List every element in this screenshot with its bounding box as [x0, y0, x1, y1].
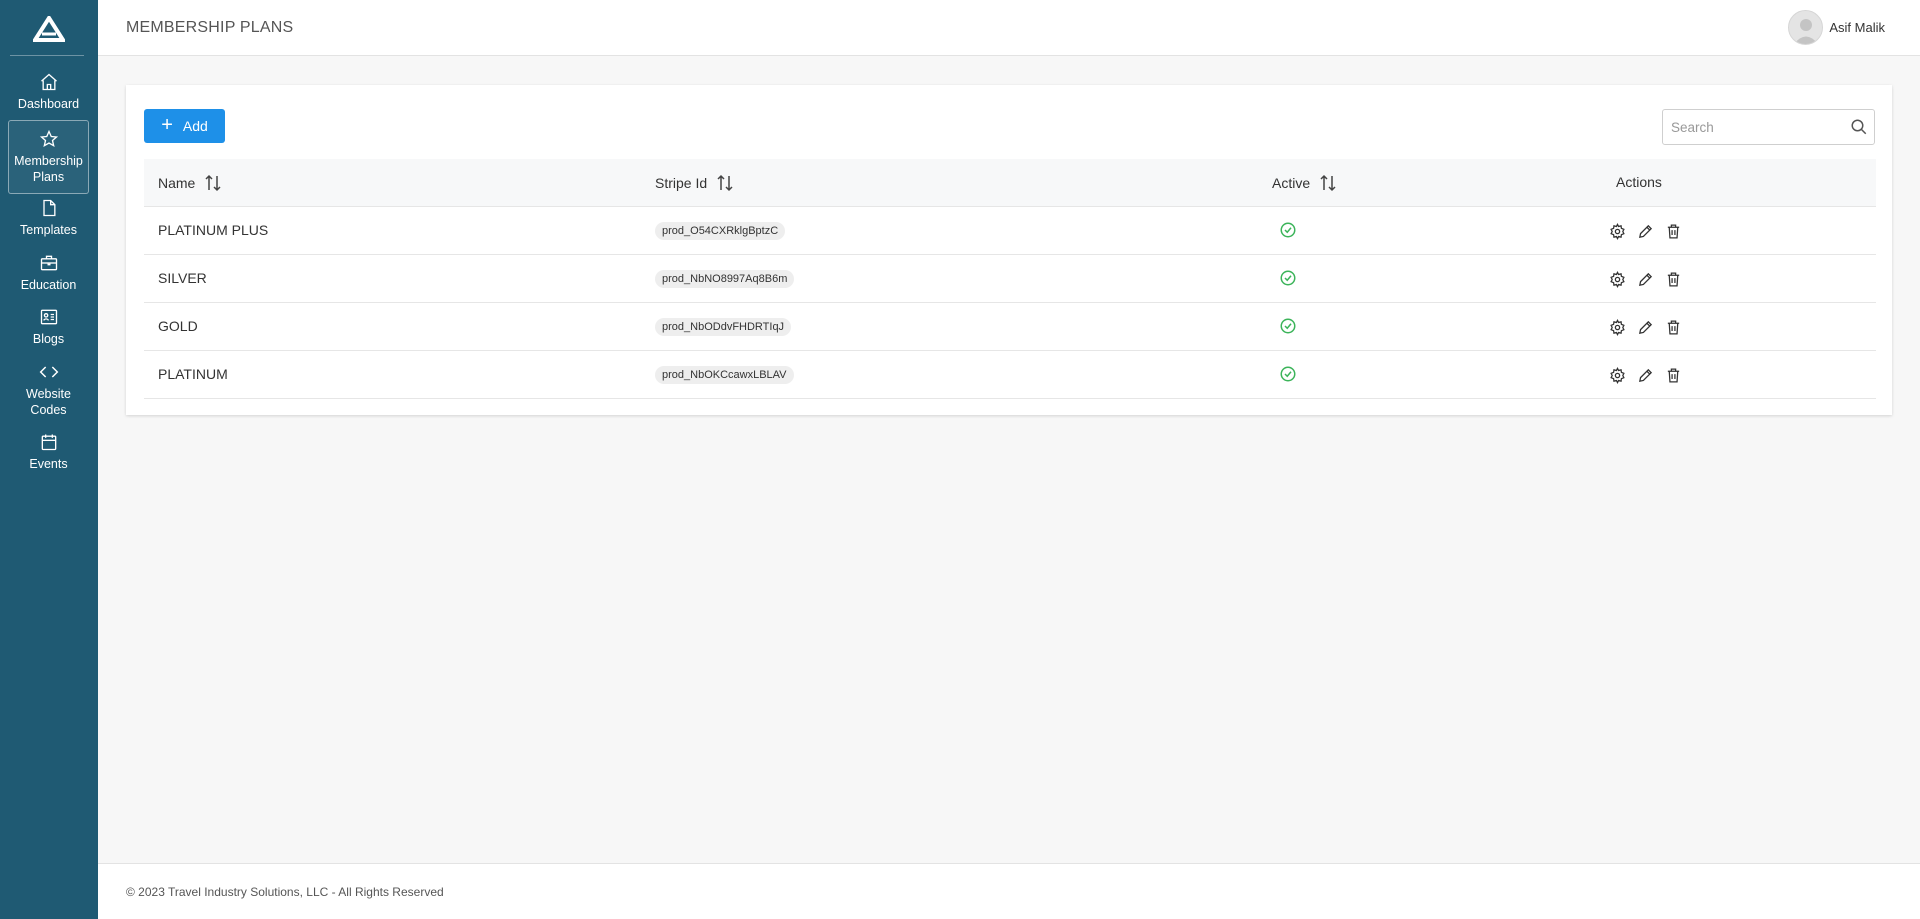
delete-button[interactable] [1663, 269, 1683, 289]
sidebar-item-label: Blogs [32, 332, 65, 346]
sidebar-item-label: Templates [20, 223, 77, 237]
search-input[interactable] [1663, 110, 1843, 144]
plan-name: PLATINUM [158, 366, 228, 382]
sort-icon[interactable] [205, 174, 221, 192]
sidebar-item-templates[interactable]: Templates [8, 198, 89, 238]
column-label: Active [1272, 175, 1311, 191]
trash-icon [1667, 367, 1679, 383]
pencil-icon [1638, 368, 1652, 382]
sidebar-item-events[interactable]: Events [8, 432, 89, 472]
check-circle-icon [1280, 366, 1296, 382]
calendar-icon [41, 434, 56, 451]
briefcase-icon [40, 255, 57, 271]
sidebar-item-education[interactable]: Education [8, 253, 89, 293]
settings-button[interactable] [1607, 365, 1627, 385]
row-actions [1607, 221, 1691, 241]
app-logo[interactable] [0, 12, 98, 46]
table-row: SILVER prod_NbNO8997Aq8B6m [144, 255, 1876, 303]
column-header-name[interactable]: Name [158, 174, 221, 192]
sidebar-item-label: Education [20, 278, 77, 292]
sort-icon[interactable] [1320, 174, 1336, 192]
logo-divider [10, 55, 84, 56]
delete-button[interactable] [1663, 365, 1683, 385]
news-icon [40, 309, 57, 325]
plans-card: + Add Name Stripe Id Active Actions [126, 85, 1892, 415]
trash-icon [1667, 271, 1679, 287]
user-name: Asif Malik [1829, 20, 1885, 35]
column-label: Actions [1616, 174, 1662, 190]
trash-icon [1667, 319, 1679, 335]
trash-icon [1667, 223, 1679, 239]
sidebar-item-label: Dashboard [17, 97, 80, 111]
gear-icon [1609, 366, 1625, 384]
settings-button[interactable] [1607, 317, 1627, 337]
sidebar-item-membership-plans[interactable]: Membership Plans [8, 120, 89, 194]
sidebar-item-label: Website Codes [26, 387, 71, 417]
stripe-id-badge: prod_NbNO8997Aq8B6m [655, 270, 795, 288]
pencil-icon [1638, 224, 1652, 238]
settings-button[interactable] [1607, 269, 1627, 289]
sidebar-item-blogs[interactable]: Blogs [8, 307, 89, 347]
sidebar: Dashboard Membership Plans Templates Edu… [0, 0, 98, 919]
avatar [1788, 10, 1824, 45]
delete-button[interactable] [1663, 317, 1683, 337]
user-menu[interactable]: Asif Malik [1788, 10, 1885, 45]
plans-table: Name Stripe Id Active Actions PLATINUM P… [144, 159, 1876, 399]
logo-icon [33, 16, 65, 42]
plan-name: PLATINUM PLUS [158, 222, 269, 238]
delete-button[interactable] [1663, 221, 1683, 241]
edit-button[interactable] [1635, 317, 1655, 337]
column-header-active[interactable]: Active [1272, 174, 1336, 192]
table-row: GOLD prod_NbODdvFHDRTIqJ [144, 303, 1876, 351]
sidebar-item-label: Events [29, 457, 68, 471]
settings-button[interactable] [1607, 221, 1627, 241]
home-icon [40, 73, 57, 91]
table-header: Name Stripe Id Active Actions [144, 159, 1876, 207]
column-label: Name [158, 175, 196, 191]
sidebar-item-website-codes[interactable]: Website Codes [8, 362, 89, 418]
gear-icon [1609, 270, 1625, 288]
row-actions [1607, 365, 1691, 385]
check-circle-icon [1280, 318, 1296, 334]
edit-button[interactable] [1635, 269, 1655, 289]
sidebar-item-label: Membership Plans [14, 154, 83, 184]
gear-icon [1609, 318, 1625, 336]
column-header-actions: Actions [1616, 174, 1662, 190]
plan-name: SILVER [158, 270, 207, 286]
check-circle-icon [1280, 222, 1296, 238]
column-label: Stripe Id [655, 175, 708, 191]
pencil-icon [1638, 272, 1652, 286]
code-icon [39, 366, 58, 378]
stripe-id-badge: prod_NbODdvFHDRTIqJ [655, 318, 792, 336]
stripe-id-badge: prod_O54CXRklgBptzC [655, 222, 786, 240]
plan-name: GOLD [158, 318, 198, 334]
pencil-icon [1638, 320, 1652, 334]
add-button[interactable]: + Add [144, 109, 225, 143]
edit-button[interactable] [1635, 365, 1655, 385]
top-header: MEMBERSHIP PLANS Asif Malik [98, 0, 1920, 56]
check-circle-icon [1280, 270, 1296, 286]
sidebar-item-dashboard[interactable]: Dashboard [8, 72, 89, 112]
row-actions [1607, 317, 1691, 337]
search-box [1662, 109, 1875, 145]
table-row: PLATINUM PLUS prod_O54CXRklgBptzC [144, 207, 1876, 255]
search-icon[interactable] [1850, 118, 1868, 136]
user-icon [1793, 19, 1818, 44]
table-row: PLATINUM prod_NbOKCcawxLBLAV [144, 351, 1876, 399]
add-button-label: Add [182, 118, 208, 134]
footer: © 2023 Travel Industry Solutions, LLC - … [98, 863, 1920, 919]
stripe-id-badge: prod_NbOKCcawxLBLAV [655, 366, 794, 384]
row-actions [1607, 269, 1691, 289]
column-header-stripe-id[interactable]: Stripe Id [655, 174, 733, 192]
star-icon [39, 129, 58, 147]
edit-button[interactable] [1635, 221, 1655, 241]
copyright-text: © 2023 Travel Industry Solutions, LLC - … [126, 885, 444, 899]
sort-icon[interactable] [717, 174, 733, 192]
page-title: MEMBERSHIP PLANS [126, 19, 294, 36]
plus-icon: + [161, 114, 173, 136]
file-icon [42, 199, 55, 217]
gear-icon [1609, 222, 1625, 240]
